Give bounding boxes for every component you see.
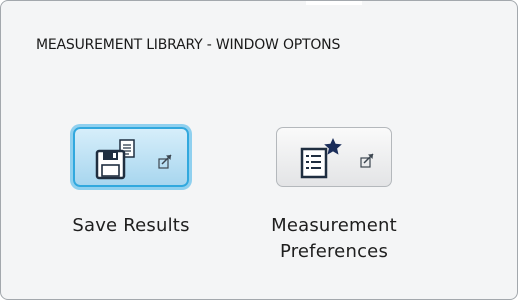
measurement-preferences-label-line1: Measurement [271,215,397,236]
save-results-label: Save Results [72,215,190,236]
panel-tab-notch [306,1,362,5]
measurement-preferences-icon [300,138,374,179]
measurement-preferences-label: Measurement Preferences [234,213,434,265]
measurement-preferences-button[interactable] [276,127,392,187]
panel-title: MEASUREMENT LIBRARY - WINDOW OPTONS [36,37,341,53]
window-options-panel: MEASUREMENT LIBRARY - WINDOW OPTONS Save… [0,0,518,300]
save-results-button[interactable] [73,127,189,187]
popout-arrow-icon [360,153,374,168]
popout-arrow-icon [158,154,172,169]
window-options-page: MEASUREMENT LIBRARY - WINDOW OPTONS Save… [0,0,527,307]
save-results-icon [95,139,172,180]
measurement-preferences-label-line2: Preferences [279,241,389,262]
